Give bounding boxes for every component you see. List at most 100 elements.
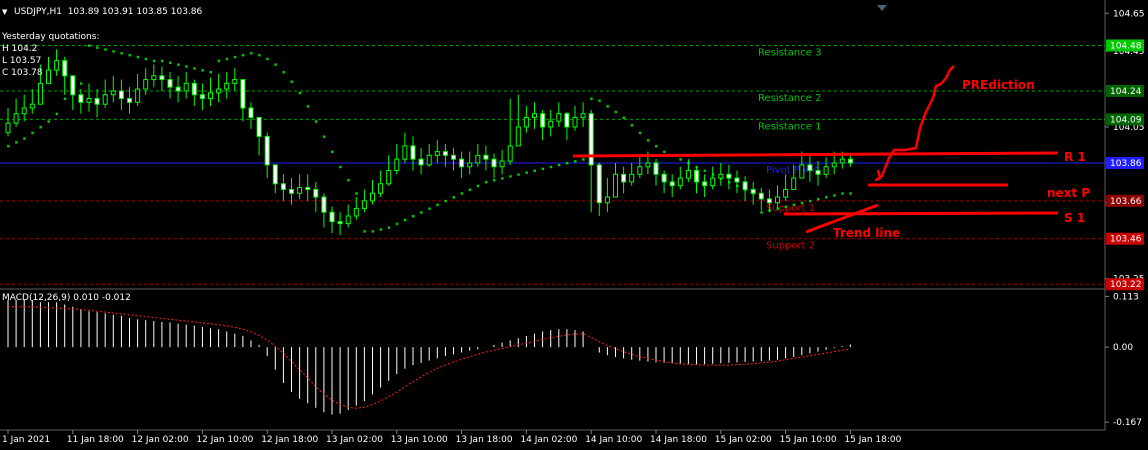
sar-dot (387, 226, 391, 229)
candle-body-bull (467, 162, 473, 168)
symbol-header: USDJPY,H1 103.89 103.91 103.85 103.86 (14, 7, 203, 17)
candle-body-bear (621, 173, 627, 183)
candle-body-bull (110, 90, 116, 96)
x-tick-label: 12 Jan 10:00 (196, 435, 253, 445)
sar-dot (646, 139, 650, 142)
sar-dot (363, 230, 366, 233)
sar-dot (282, 71, 285, 74)
level-label: Support 1 (766, 203, 815, 214)
candle-body-bull (86, 98, 92, 103)
sar-dot (598, 99, 601, 102)
collapse-triangle-icon[interactable]: ▼ (2, 8, 7, 16)
candle-body-bull (685, 170, 691, 179)
candle-body-bull (370, 192, 375, 202)
candle-body-bull (839, 158, 845, 164)
level-label: Resistance 1 (758, 121, 821, 132)
candle-body-bear (191, 82, 197, 96)
sar-dot (128, 53, 131, 57)
sar-dot (493, 179, 496, 182)
candle-body-bull (232, 79, 238, 84)
sar-dot (849, 192, 852, 195)
sar-dot (298, 91, 302, 95)
x-tick-label: 13 Jan 02:00 (326, 435, 383, 445)
candle-body-bear (159, 75, 165, 81)
x-tick-label: 12 Jan 02:00 (132, 435, 189, 445)
sar-dot (420, 211, 423, 214)
candle-body-bull (823, 166, 829, 175)
next-p-label: next P (1047, 186, 1090, 200)
candle-body-bear (442, 151, 448, 156)
sar-dot (800, 201, 804, 205)
sar-dot (193, 67, 196, 70)
sar-dot (509, 175, 512, 178)
candle-body-bull (13, 113, 19, 124)
sar-dot (565, 161, 569, 165)
candle-body-bull (216, 88, 222, 94)
sar-dot (152, 59, 156, 63)
sar-dot (79, 82, 83, 85)
candle-body-bear (807, 164, 813, 172)
sar-dot (233, 55, 237, 59)
candle-body-bear (175, 86, 181, 92)
x-tick-label: 15 Jan 10:00 (780, 435, 837, 445)
level-label: Support 2 (766, 241, 815, 252)
candle-body-bear (742, 181, 748, 190)
candle-body-bull (613, 173, 618, 198)
sar-dot (290, 80, 293, 83)
candle-body-bear (313, 188, 319, 198)
candle-body-bear (564, 113, 570, 128)
candle-body-bull (297, 187, 303, 194)
sar-dot (7, 144, 10, 148)
sar-dot (217, 59, 221, 63)
candle-body-bear (483, 154, 489, 160)
macd-y-tick-label: 0.00 (1113, 343, 1133, 353)
candle-body-bull (604, 196, 610, 204)
candle-body-bear (596, 164, 602, 204)
sar-dot (177, 63, 180, 66)
sar-dot (541, 167, 545, 171)
candle-body-bull (532, 113, 537, 118)
macd-y-tick-label: -0.167 (1113, 418, 1142, 428)
candle-body-bear (248, 107, 254, 118)
candle-body-bear (491, 158, 497, 168)
candle-body-bear (750, 188, 756, 194)
price-tag-label: 103.46 (1110, 235, 1142, 245)
candle-body-bear (62, 60, 68, 77)
sar-dot (460, 192, 464, 195)
candle-body-bear (540, 113, 546, 128)
sar-dot (47, 120, 50, 123)
candle-body-bull (629, 173, 635, 183)
sar-dot (590, 97, 593, 101)
sar-dot (15, 141, 18, 144)
candle-body-bull (37, 82, 43, 105)
candle-body-bear (337, 221, 343, 225)
candle-body-bull (135, 88, 141, 103)
candle-body-bull (434, 151, 440, 156)
candle-body-bull (21, 107, 27, 115)
candle-body-bull (5, 122, 11, 134)
candle-body-bull (102, 94, 108, 105)
candle-body-bull (224, 82, 230, 90)
candle-body-bull (499, 160, 505, 168)
r1-label: R 1 (1064, 150, 1086, 164)
candle-body-bear (410, 145, 416, 160)
sar-dot (266, 57, 269, 61)
sar-dot (663, 150, 666, 154)
x-tick-label: 12 Jan 18:00 (261, 435, 318, 445)
candle-body-bull (402, 145, 408, 160)
s1-label: S 1 (1064, 211, 1085, 225)
candle-body-bull (426, 154, 432, 166)
sar-dot (274, 63, 277, 66)
candle-body-bear (758, 192, 764, 200)
candle-body-bull (46, 69, 51, 84)
sar-dot (452, 196, 455, 199)
sar-dot (339, 165, 342, 169)
x-tick-label: 11 Jan 18:00 (67, 435, 124, 445)
sar-dot (792, 203, 796, 207)
sar-dot (225, 57, 229, 61)
sar-dot (241, 53, 245, 57)
sar-dot (104, 48, 107, 51)
sar-dot (347, 179, 350, 182)
candle-body-bull (710, 177, 716, 187)
sar-dot (428, 207, 431, 210)
